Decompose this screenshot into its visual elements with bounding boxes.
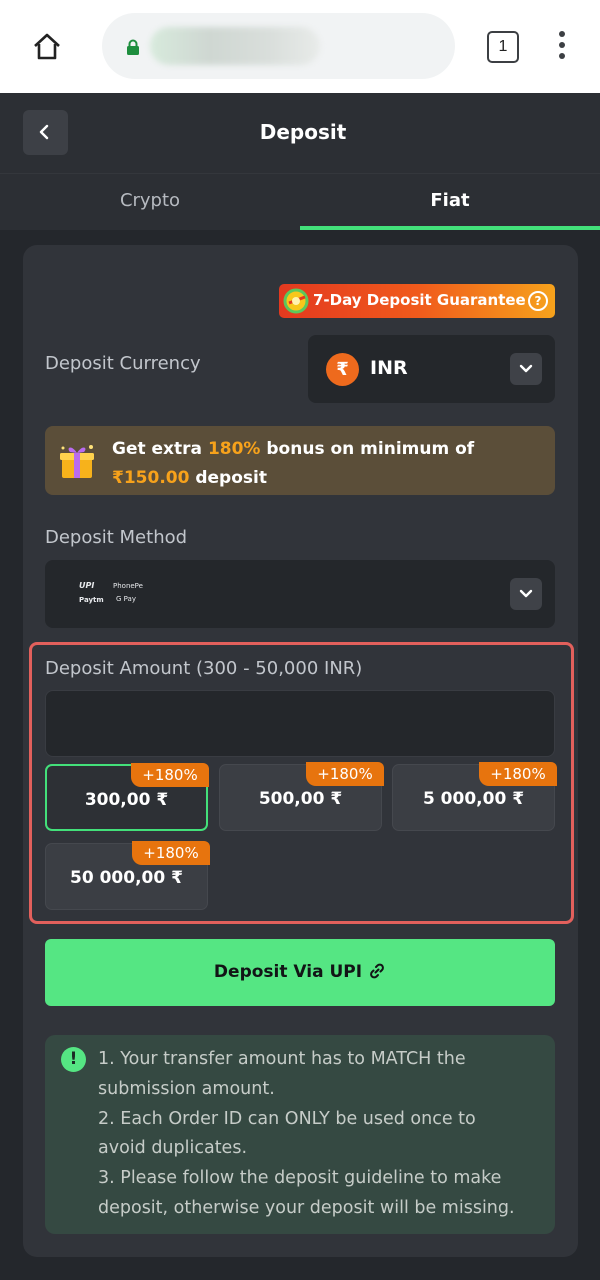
amount-preset-50000[interactable]: 50 000,00 ₹ +180% <box>45 841 210 910</box>
chevron-down-icon[interactable] <box>510 578 542 610</box>
bonus-suffix: deposit <box>189 468 267 488</box>
bonus-badge: +180% <box>306 762 384 786</box>
amount-preset-500[interactable]: 500,00 ₹ +180% <box>219 762 384 831</box>
gpay-logo: G Pay <box>116 595 136 603</box>
notice-line: 1. Your transfer amount has to MATCH the <box>98 1049 466 1069</box>
bonus-badge: +180% <box>132 841 210 865</box>
blurred-url <box>150 27 320 65</box>
phonepe-logo: PhonePe <box>113 582 143 590</box>
active-tab-indicator <box>300 226 600 230</box>
amount-preset-5000[interactable]: 5 000,00 ₹ +180% <box>392 762 557 831</box>
notice-line: submission amount. <box>98 1078 275 1099</box>
payment-logos: UPI PhonePe Paytm G Pay <box>79 579 159 611</box>
bonus-percent: 180% <box>207 439 261 459</box>
help-icon[interactable]: ? <box>528 291 548 311</box>
rupee-icon: ₹ <box>326 353 359 386</box>
notice-line: avoid duplicates. <box>98 1138 248 1159</box>
chevron-down-icon[interactable] <box>510 353 542 385</box>
amount-preset-value: 50 000,00 ₹ <box>70 868 183 888</box>
bonus-prefix: Get extra <box>112 439 208 459</box>
bonus-minimum: ₹150.00 <box>112 468 190 488</box>
bonus-banner: Get extra 180% bonus on minimum of ₹150.… <box>45 426 555 495</box>
home-icon[interactable] <box>30 30 64 64</box>
deposit-via-upi-button[interactable]: Deposit Via UPI <box>45 939 555 1006</box>
page-title: Deposit <box>259 120 347 144</box>
amount-preset-value: 5 000,00 ₹ <box>422 789 525 809</box>
deposit-currency-label: Deposit Currency <box>45 353 201 374</box>
notice-line: 2. Each Order ID can ONLY be used once t… <box>98 1108 476 1129</box>
deposit-card: 7-Day Deposit Guarantee ? Deposit Curren… <box>23 245 578 1257</box>
lock-icon <box>126 39 140 55</box>
deposit-method-select[interactable]: UPI PhonePe Paytm G Pay <box>45 560 555 628</box>
tab-crypto[interactable]: Crypto <box>0 174 300 231</box>
bonus-middle: bonus on minimum of <box>260 439 475 459</box>
guarantee-label: 7-Day Deposit Guarantee <box>313 291 526 309</box>
gift-icon <box>58 442 96 480</box>
alert-icon: ! <box>61 1047 86 1072</box>
tab-switcher-button[interactable]: 1 <box>487 31 519 63</box>
tab-bar: Crypto Fiat <box>0 173 600 230</box>
bonus-badge: +180% <box>479 762 557 786</box>
notice-line: 3. Please follow the deposit guideline t… <box>98 1168 502 1189</box>
guarantee-badge-icon <box>281 286 313 316</box>
amount-preset-value: 300,00 ₹ <box>84 790 169 810</box>
notice-line: deposit, otherwise your deposit will be … <box>98 1197 515 1218</box>
more-vert-icon[interactable] <box>552 30 572 62</box>
deposit-method-label: Deposit Method <box>45 527 188 548</box>
link-icon <box>370 963 384 979</box>
amount-preset-value: 500,00 ₹ <box>258 789 343 809</box>
address-bar[interactable] <box>102 13 455 79</box>
deposit-notice: ! 1. Your transfer amount has to MATCH t… <box>45 1035 555 1234</box>
notice-text: 1. Your transfer amount has to MATCH the… <box>98 1045 548 1224</box>
app-header: Deposit <box>0 93 600 173</box>
currency-value: INR <box>370 357 408 379</box>
tab-fiat[interactable]: Fiat <box>300 174 600 231</box>
deposit-amount-label: Deposit Amount (300 - 50,000 INR) <box>45 658 363 679</box>
bonus-badge: +180% <box>131 763 209 787</box>
bonus-text: Get extra 180% bonus on minimum of ₹150.… <box>112 435 542 493</box>
amount-preset-300[interactable]: 300,00 ₹ +180% <box>45 763 209 831</box>
deposit-amount-input[interactable] <box>45 690 555 757</box>
deposit-button-content: Deposit Via UPI <box>45 962 555 982</box>
deposit-button-label: Deposit Via UPI <box>213 962 363 982</box>
currency-select[interactable]: ₹ INR <box>308 335 555 403</box>
upi-logo: UPI <box>79 581 95 590</box>
deposit-guarantee-banner[interactable]: 7-Day Deposit Guarantee ? <box>279 284 555 318</box>
browser-toolbar: 1 <box>0 0 600 93</box>
paytm-logo: Paytm <box>79 596 104 604</box>
